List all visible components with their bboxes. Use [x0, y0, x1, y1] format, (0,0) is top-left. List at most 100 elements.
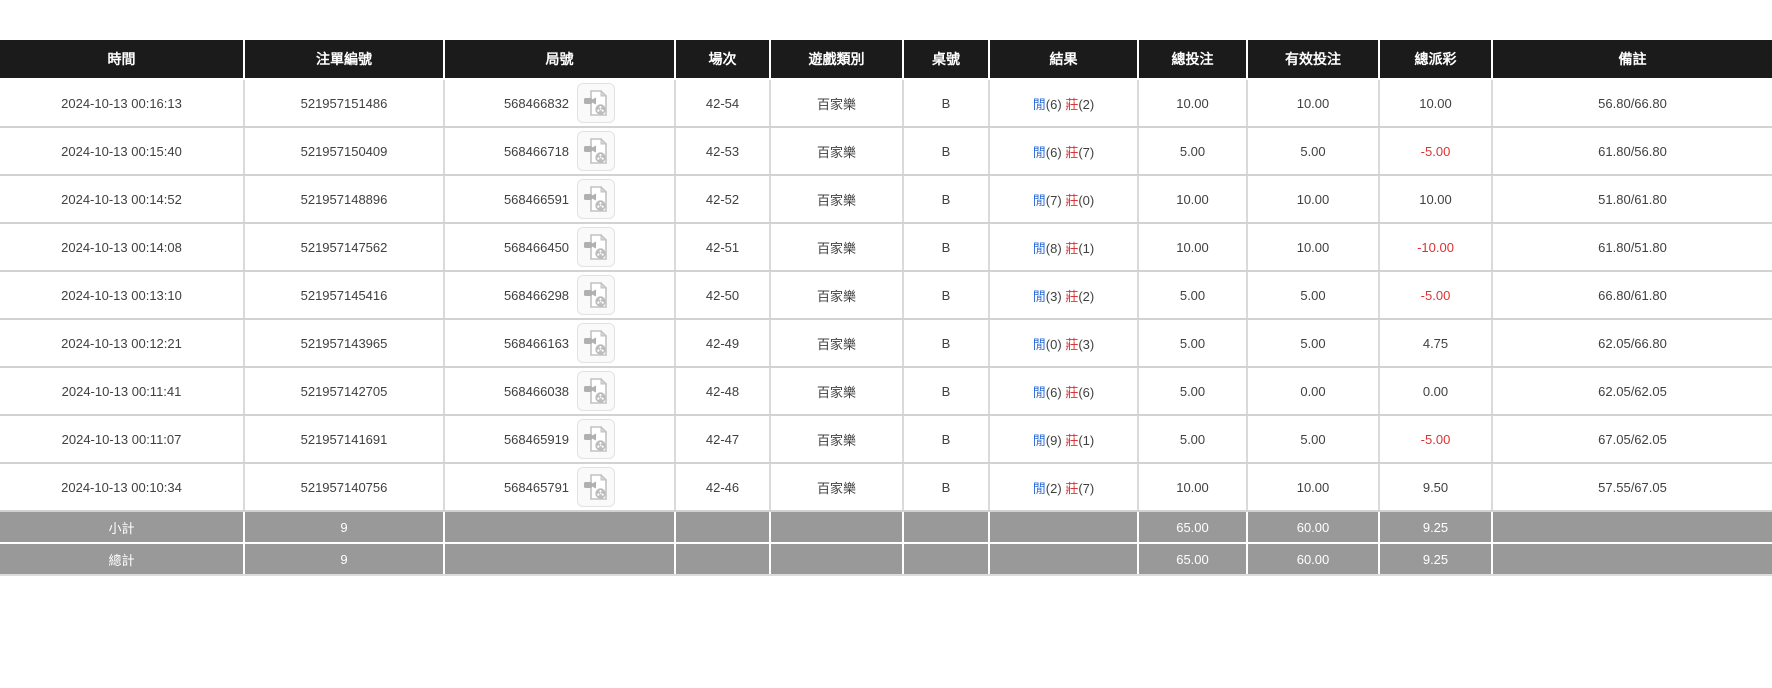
total-bet-link[interactable]: 5.00 [1138, 271, 1247, 319]
result-banker-points: (6) [1078, 385, 1094, 400]
video-replay-button[interactable] [577, 179, 615, 219]
video-file-icon [583, 329, 609, 357]
video-replay-button[interactable] [577, 227, 615, 267]
table-row: 2024-10-13 00:10:34 521957140756 5684657… [0, 463, 1772, 511]
table-no-cell: B [903, 415, 989, 463]
table-no-cell: B [903, 463, 989, 511]
table-body: 2024-10-13 00:16:13 521957151486 5684668… [0, 79, 1772, 511]
video-replay-button[interactable] [577, 275, 615, 315]
remark-cell: 57.55/67.05 [1492, 463, 1772, 511]
total-bet-link[interactable]: 10.00 [1138, 175, 1247, 223]
result-player-label: 閒 [1033, 241, 1046, 256]
game-type-cell: 百家樂 [770, 223, 903, 271]
subtotal-count: 9 [244, 511, 444, 543]
result-cell: 閒(6) 莊(7) [989, 127, 1138, 175]
time-cell: 2024-10-13 00:10:34 [0, 463, 244, 511]
col-header-game-type: 遊戲類別 [770, 40, 903, 79]
table-row: 2024-10-13 00:15:40 521957150409 5684667… [0, 127, 1772, 175]
subtotal-remark-cell [1492, 511, 1772, 543]
valid-bet-cell: 10.00 [1247, 223, 1379, 271]
result-banker-points: (1) [1078, 241, 1094, 256]
table-row: 2024-10-13 00:12:21 521957143965 5684661… [0, 319, 1772, 367]
round-no-cell: 568465919 [444, 415, 675, 463]
round-no-value: 568466038 [504, 384, 569, 399]
round-no-cell: 568465791 [444, 463, 675, 511]
session-cell: 42-48 [675, 367, 770, 415]
time-cell: 2024-10-13 00:11:41 [0, 367, 244, 415]
grand-total-result-cell [989, 543, 1138, 575]
round-no-value: 568466450 [504, 240, 569, 255]
bet-id-cell: 521957141691 [244, 415, 444, 463]
grand-total-total-bet: 65.00 [1138, 543, 1247, 575]
table-no-cell: B [903, 319, 989, 367]
total-bet-link[interactable]: 10.00 [1138, 463, 1247, 511]
result-player-label: 閒 [1033, 145, 1046, 160]
round-no-value: 568466163 [504, 336, 569, 351]
table-row: 2024-10-13 00:11:07 521957141691 5684659… [0, 415, 1772, 463]
round-no-cell: 568466718 [444, 127, 675, 175]
game-type-cell: 百家樂 [770, 367, 903, 415]
video-replay-button[interactable] [577, 131, 615, 171]
grand-total-game-cell [770, 543, 903, 575]
round-no-cell: 568466832 [444, 79, 675, 127]
remark-cell: 62.05/62.05 [1492, 367, 1772, 415]
video-replay-button[interactable] [577, 419, 615, 459]
subtotal-label: 小計 [0, 511, 244, 543]
col-header-total-payout: 總派彩 [1379, 40, 1492, 79]
video-replay-button[interactable] [577, 467, 615, 507]
table-no-cell: B [903, 79, 989, 127]
video-replay-button[interactable] [577, 371, 615, 411]
video-file-icon [583, 377, 609, 405]
table-row: 2024-10-13 00:11:41 521957142705 5684660… [0, 367, 1772, 415]
result-player-points: (2) [1046, 481, 1062, 496]
table-header: 時間 注單編號 局號 場次 遊戲類別 桌號 結果 總投注 有效投注 總派彩 備註 [0, 40, 1772, 79]
time-cell: 2024-10-13 00:14:52 [0, 175, 244, 223]
result-banker-label: 莊 [1065, 433, 1078, 448]
video-replay-button[interactable] [577, 323, 615, 363]
result-player-points: (8) [1046, 241, 1062, 256]
remark-cell: 61.80/56.80 [1492, 127, 1772, 175]
col-header-result: 結果 [989, 40, 1138, 79]
round-no-value: 568466298 [504, 288, 569, 303]
col-header-session: 場次 [675, 40, 770, 79]
total-bet-link[interactable]: 10.00 [1138, 79, 1247, 127]
result-cell: 閒(7) 莊(0) [989, 175, 1138, 223]
total-bet-link[interactable]: 10.00 [1138, 223, 1247, 271]
remark-cell: 66.80/61.80 [1492, 271, 1772, 319]
remark-cell: 62.05/66.80 [1492, 319, 1772, 367]
total-bet-link[interactable]: 5.00 [1138, 127, 1247, 175]
session-cell: 42-51 [675, 223, 770, 271]
result-player-label: 閒 [1033, 289, 1046, 304]
subtotal-valid-bet: 60.00 [1247, 511, 1379, 543]
game-type-cell: 百家樂 [770, 463, 903, 511]
result-player-label: 閒 [1033, 385, 1046, 400]
table-row: 2024-10-13 00:14:08 521957147562 5684664… [0, 223, 1772, 271]
result-banker-points: (2) [1078, 97, 1094, 112]
result-banker-label: 莊 [1065, 145, 1078, 160]
payout-cell: -5.00 [1379, 415, 1492, 463]
grand-total-round-cell [444, 543, 675, 575]
result-player-label: 閒 [1033, 193, 1046, 208]
total-bet-link[interactable]: 5.00 [1138, 415, 1247, 463]
total-bet-link[interactable]: 5.00 [1138, 367, 1247, 415]
remark-cell: 61.80/51.80 [1492, 223, 1772, 271]
col-header-time: 時間 [0, 40, 244, 79]
bet-id-cell: 521957148896 [244, 175, 444, 223]
round-no-cell: 568466298 [444, 271, 675, 319]
video-file-icon [583, 425, 609, 453]
col-header-table-no: 桌號 [903, 40, 989, 79]
table-no-cell: B [903, 271, 989, 319]
result-cell: 閒(8) 莊(1) [989, 223, 1138, 271]
result-banker-points: (7) [1078, 145, 1094, 160]
grand-total-payout: 9.25 [1379, 543, 1492, 575]
result-player-label: 閒 [1033, 97, 1046, 112]
result-cell: 閒(9) 莊(1) [989, 415, 1138, 463]
total-bet-link[interactable]: 5.00 [1138, 319, 1247, 367]
valid-bet-cell: 5.00 [1247, 319, 1379, 367]
time-cell: 2024-10-13 00:12:21 [0, 319, 244, 367]
remark-cell: 51.80/61.80 [1492, 175, 1772, 223]
result-banker-label: 莊 [1065, 289, 1078, 304]
remark-cell: 56.80/66.80 [1492, 79, 1772, 127]
video-replay-button[interactable] [577, 83, 615, 123]
result-player-points: (0) [1046, 337, 1062, 352]
